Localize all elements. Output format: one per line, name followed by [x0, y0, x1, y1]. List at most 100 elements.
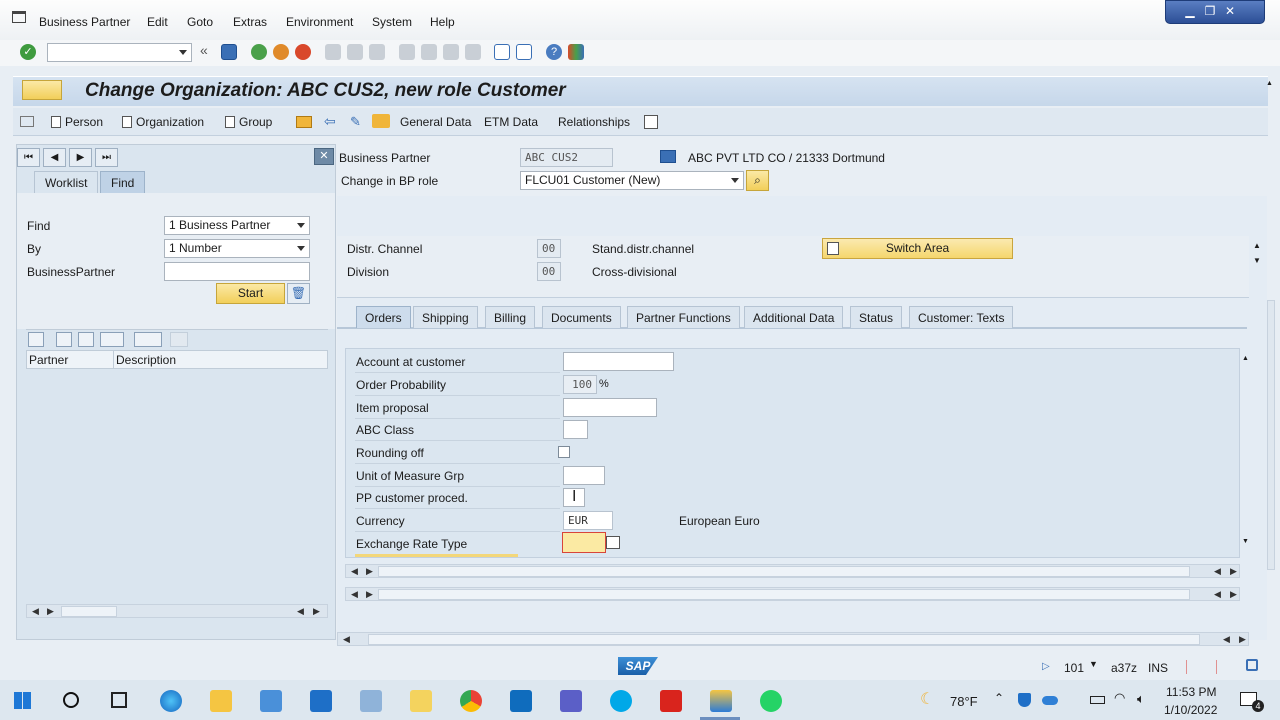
- clock-time[interactable]: 11:53 PM: [1166, 685, 1216, 699]
- account-at-customer-input[interactable]: [563, 352, 674, 371]
- scroll-left-icon[interactable]: ◀: [351, 565, 358, 577]
- menu-help[interactable]: Help: [430, 15, 455, 29]
- tab-billing[interactable]: Billing: [485, 306, 536, 328]
- battery-icon[interactable]: [1090, 696, 1105, 704]
- tab-worklist[interactable]: Worklist: [34, 171, 99, 193]
- scroll-left-icon[interactable]: ◀: [1214, 588, 1221, 600]
- edge-icon[interactable]: [160, 690, 182, 712]
- scroll-right-icon[interactable]: ▶: [1230, 588, 1237, 600]
- search-icon[interactable]: [28, 332, 44, 347]
- scroll-up-icon[interactable]: ▲: [1253, 241, 1261, 250]
- column-partner[interactable]: Partner: [29, 353, 68, 367]
- scroll-left-icon[interactable]: ◀: [1214, 565, 1221, 577]
- shortcut-icon[interactable]: [516, 44, 532, 60]
- switch-area-button[interactable]: Switch Area: [822, 238, 1013, 259]
- menu-extras[interactable]: Extras: [233, 15, 267, 29]
- business-partner-search-input[interactable]: [164, 262, 310, 281]
- teams-icon[interactable]: [560, 690, 582, 712]
- notes-icon[interactable]: [360, 690, 382, 712]
- tab-orders[interactable]: Orders: [356, 306, 411, 328]
- restore-icon[interactable]: ❐: [1202, 4, 1218, 18]
- previous-entry-icon[interactable]: ◀: [43, 148, 66, 167]
- double-left-icon[interactable]: «: [200, 42, 208, 58]
- organization-button[interactable]: Organization: [122, 115, 204, 129]
- abc-class-input[interactable]: [563, 420, 588, 439]
- right-scrollbar[interactable]: [1267, 300, 1275, 570]
- additional-functions-icon[interactable]: [644, 115, 658, 129]
- menu-business-partner[interactable]: Business Partner: [39, 15, 130, 29]
- scroll-right-icon[interactable]: ▶: [1239, 633, 1246, 645]
- weather-temp[interactable]: 78°F: [950, 694, 978, 709]
- menu-system[interactable]: System: [372, 15, 412, 29]
- tab-partner-functions[interactable]: Partner Functions: [627, 306, 740, 328]
- find-icon[interactable]: [56, 332, 72, 347]
- list-scrollbar[interactable]: ◀ ▶ ◀ ▶: [26, 604, 328, 618]
- trash-icon[interactable]: 🗑: [287, 283, 310, 304]
- volume-icon[interactable]: 🔈︎: [1137, 691, 1145, 707]
- windows-start-icon[interactable]: [14, 692, 31, 709]
- clock-date[interactable]: 1/10/2022: [1164, 703, 1217, 717]
- main-scrollbar[interactable]: ◀ ◀ ▶: [337, 632, 1249, 646]
- switch-display-change-icon[interactable]: ⇦: [324, 113, 336, 130]
- outlook-icon[interactable]: [510, 690, 532, 712]
- right-scroll-up-icon[interactable]: ▲: [1266, 80, 1273, 87]
- menu-icon[interactable]: [12, 11, 26, 23]
- filter-icon[interactable]: [100, 332, 124, 347]
- scroll-thumb[interactable]: [378, 566, 1190, 577]
- skype-icon[interactable]: [610, 690, 632, 712]
- title-menu-icon[interactable]: [22, 80, 62, 100]
- order-probability-input[interactable]: 100: [563, 375, 597, 394]
- relationships-button[interactable]: Relationships: [558, 115, 630, 129]
- tab-status[interactable]: Status: [850, 306, 903, 328]
- where-used-icon[interactable]: [372, 114, 390, 128]
- wifi-icon[interactable]: ◠: [1114, 690, 1125, 706]
- scroll-thumb[interactable]: [61, 606, 117, 617]
- menu-edit[interactable]: Edit: [147, 15, 168, 29]
- scroll-left-icon[interactable]: ◀: [1223, 633, 1230, 645]
- role-details-icon[interactable]: ⌕: [746, 170, 769, 191]
- back-icon[interactable]: [251, 44, 267, 60]
- tab-shipping[interactable]: Shipping: [413, 306, 478, 328]
- close-icon[interactable]: ✕: [1222, 4, 1238, 18]
- save-icon[interactable]: [221, 44, 237, 60]
- task-view-icon[interactable]: [111, 692, 127, 708]
- tab-additional-data[interactable]: Additional Data: [744, 306, 844, 328]
- menu-goto[interactable]: Goto: [187, 15, 213, 29]
- find-select[interactable]: 1 Business Partner: [164, 216, 310, 235]
- exchange-rate-type-input[interactable]: [562, 532, 606, 553]
- etm-data-button[interactable]: ETM Data: [484, 115, 538, 129]
- scroll-thumb[interactable]: [368, 634, 1200, 645]
- general-data-button[interactable]: General Data: [400, 115, 471, 129]
- unit-of-measure-grp-input[interactable]: [563, 466, 605, 485]
- new-session-icon[interactable]: [494, 44, 510, 60]
- favorites-icon[interactable]: [170, 332, 188, 347]
- hide-worklist-icon[interactable]: [20, 116, 34, 127]
- glasses-pencil-icon[interactable]: ✎: [350, 114, 361, 130]
- layout-menu-icon[interactable]: [568, 44, 584, 60]
- tab-find[interactable]: Find: [100, 171, 146, 193]
- scroll-right-icon[interactable]: ▶: [47, 605, 54, 617]
- chrome-icon[interactable]: [460, 690, 482, 712]
- item-proposal-input[interactable]: [563, 398, 657, 417]
- scroll-thumb[interactable]: [378, 589, 1190, 600]
- help-icon[interactable]: ?: [546, 44, 562, 60]
- acrobat-icon[interactable]: [660, 690, 682, 712]
- bp-role-select[interactable]: FLCU01 Customer (New): [520, 171, 744, 190]
- scroll-down-icon[interactable]: ▼: [1253, 256, 1261, 265]
- chevron-up-icon[interactable]: ⌃: [994, 691, 1004, 705]
- scroll-right-icon[interactable]: ▶: [313, 605, 320, 617]
- chevron-down-icon[interactable]: ▼: [1089, 659, 1098, 669]
- scroll-left-icon[interactable]: ◀: [343, 633, 350, 645]
- search-icon[interactable]: [63, 692, 79, 708]
- onedrive-icon[interactable]: [1042, 696, 1058, 705]
- group-button[interactable]: Group: [225, 115, 272, 129]
- by-select[interactable]: 1 Number: [164, 239, 310, 258]
- person-button[interactable]: Person: [51, 115, 103, 129]
- lock-icon[interactable]: [1246, 659, 1258, 671]
- first-entry-icon[interactable]: ⏮: [17, 148, 40, 167]
- currency-input[interactable]: EUR: [563, 511, 613, 530]
- scroll-right-icon[interactable]: ▶: [1230, 565, 1237, 577]
- tab-documents[interactable]: Documents: [542, 306, 621, 328]
- open-folder-icon[interactable]: [296, 116, 312, 128]
- area-scrollbar[interactable]: ◀ ▶ ◀ ▶: [345, 587, 1240, 601]
